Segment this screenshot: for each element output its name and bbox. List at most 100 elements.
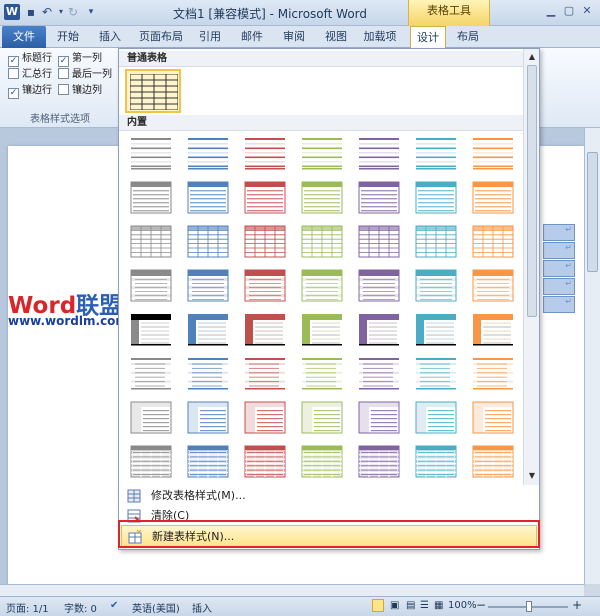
table-style-light-list-2[interactable] — [186, 181, 230, 215]
table-style-light-grid-4[interactable] — [300, 225, 344, 259]
table-style-light-shading-6[interactable] — [414, 137, 458, 171]
table-style-medium-shading1-7[interactable] — [471, 269, 515, 303]
table-style-light-list-5[interactable] — [357, 181, 401, 215]
table-style-medium-shading2-2[interactable] — [186, 313, 230, 347]
zoom-in-icon[interactable]: + — [572, 598, 582, 612]
minimize-icon[interactable]: ▁ — [544, 4, 558, 18]
table-style-medium-grid-2[interactable] — [186, 445, 230, 479]
outline-icon[interactable]: ☰ — [420, 600, 429, 611]
checkbox-last-column[interactable]: 最后一列 — [58, 68, 112, 82]
table-style-medium-list2-7[interactable] — [471, 401, 515, 435]
table-style-light-shading-4[interactable] — [300, 137, 344, 171]
checkbox-banded-rows[interactable]: ✓ 镶边行 — [8, 84, 52, 99]
table-style-medium-shading2-7[interactable] — [471, 313, 515, 347]
modify-table-style-item[interactable]: 修改表格样式(M)... — [121, 485, 537, 507]
table-style-medium-list2-6[interactable] — [414, 401, 458, 435]
table-style-light-grid-3[interactable] — [243, 225, 287, 259]
print-layout-icon[interactable] — [372, 599, 384, 612]
table-style-medium-list1-2[interactable] — [186, 357, 230, 391]
table-style-light-shading-5[interactable] — [357, 137, 401, 171]
document-table-cell[interactable]: ↵ — [543, 296, 575, 313]
table-style-medium-grid-7[interactable] — [471, 445, 515, 479]
tab-page-layout[interactable]: 页面布局 — [136, 26, 186, 48]
plain-table-style[interactable] — [125, 69, 181, 113]
tab-design[interactable]: 设计 — [410, 26, 446, 49]
table-style-medium-shading1-1[interactable] — [129, 269, 173, 303]
restore-icon[interactable]: ▢ — [562, 4, 576, 18]
table-style-medium-shading1-3[interactable] — [243, 269, 287, 303]
document-table-cell[interactable]: ↵ — [543, 278, 575, 295]
table-style-medium-shading2-1[interactable] — [129, 313, 173, 347]
tab-addins[interactable]: 加载项 — [360, 26, 400, 48]
zoom-level[interactable]: 100% — [448, 600, 477, 611]
document-table-cell[interactable]: ↵ — [543, 242, 575, 259]
table-style-medium-list2-2[interactable] — [186, 401, 230, 435]
document-table-cell[interactable]: ↵ — [543, 224, 575, 241]
checkbox-banded-columns[interactable]: 镶边列 — [58, 84, 102, 98]
table-style-medium-grid-5[interactable] — [357, 445, 401, 479]
scroll-up-icon[interactable]: ▲ — [527, 52, 537, 62]
table-style-medium-shading1-6[interactable] — [414, 269, 458, 303]
gallery-scroll-thumb[interactable] — [527, 65, 537, 317]
horizontal-scrollbar[interactable] — [0, 584, 584, 596]
save-icon[interactable]: ▪ — [24, 4, 38, 20]
checkbox-total-row[interactable]: 汇总行 — [8, 68, 52, 82]
table-style-light-list-1[interactable] — [129, 181, 173, 215]
status-page[interactable]: 页面: 1/1 — [6, 600, 49, 615]
tab-insert[interactable]: 插入 — [92, 26, 128, 48]
draft-icon[interactable]: ▦ — [434, 600, 443, 611]
checkbox-first-column[interactable]: ✓ 第一列 — [58, 52, 102, 67]
close-icon[interactable]: ✕ — [580, 4, 594, 18]
tab-file[interactable]: 文件 — [2, 26, 46, 48]
table-style-medium-list1-4[interactable] — [300, 357, 344, 391]
tab-view[interactable]: 视图 — [320, 26, 352, 48]
full-screen-icon[interactable]: ▣ — [390, 600, 399, 611]
document-table-cell[interactable]: ↵ — [543, 260, 575, 277]
table-style-medium-list2-3[interactable] — [243, 401, 287, 435]
spell-check-icon[interactable]: ✔ — [110, 600, 118, 611]
status-language[interactable]: 英语(美国) — [132, 600, 180, 615]
table-style-light-list-4[interactable] — [300, 181, 344, 215]
table-style-medium-list2-4[interactable] — [300, 401, 344, 435]
word-logo-icon[interactable]: W — [4, 4, 20, 20]
table-style-medium-shading2-5[interactable] — [357, 313, 401, 347]
table-style-medium-shading1-4[interactable] — [300, 269, 344, 303]
table-style-light-list-7[interactable] — [471, 181, 515, 215]
table-style-medium-list1-1[interactable] — [129, 357, 173, 391]
table-style-light-grid-2[interactable] — [186, 225, 230, 259]
tab-layout[interactable]: 布局 — [452, 26, 484, 48]
customize-qat-icon[interactable]: ▾ — [84, 4, 98, 20]
undo-icon[interactable]: ↶ — [40, 4, 54, 20]
table-style-light-grid-1[interactable] — [129, 225, 173, 259]
table-style-light-list-6[interactable] — [414, 181, 458, 215]
table-style-light-grid-7[interactable] — [471, 225, 515, 259]
table-style-light-shading-3[interactable] — [243, 137, 287, 171]
redo-icon[interactable]: ↻ — [66, 4, 80, 20]
table-style-medium-shading1-2[interactable] — [186, 269, 230, 303]
tab-review[interactable]: 审阅 — [278, 26, 310, 48]
table-style-medium-list2-1[interactable] — [129, 401, 173, 435]
table-style-medium-list1-3[interactable] — [243, 357, 287, 391]
scroll-down-icon[interactable]: ▼ — [527, 471, 537, 481]
gallery-scrollbar[interactable]: ▲ ▼ — [523, 49, 539, 485]
zoom-slider-thumb[interactable] — [526, 601, 532, 612]
tab-home[interactable]: 开始 — [50, 26, 86, 48]
table-style-light-shading-1[interactable] — [129, 137, 173, 171]
zoom-out-icon[interactable]: − — [476, 598, 486, 612]
vertical-scrollbar[interactable] — [584, 128, 600, 584]
table-style-medium-list2-5[interactable] — [357, 401, 401, 435]
table-style-medium-list1-5[interactable] — [357, 357, 401, 391]
status-word-count[interactable]: 字数: 0 — [64, 600, 97, 615]
table-style-medium-grid-1[interactable] — [129, 445, 173, 479]
table-style-medium-shading2-6[interactable] — [414, 313, 458, 347]
tab-references[interactable]: 引用 — [194, 26, 226, 48]
table-style-light-grid-5[interactable] — [357, 225, 401, 259]
table-style-medium-list1-6[interactable] — [414, 357, 458, 391]
web-layout-icon[interactable]: ▤ — [406, 600, 415, 611]
vertical-scroll-thumb[interactable] — [587, 152, 598, 272]
table-style-medium-grid-6[interactable] — [414, 445, 458, 479]
table-style-medium-grid-4[interactable] — [300, 445, 344, 479]
table-style-medium-shading2-4[interactable] — [300, 313, 344, 347]
checkbox-header-row[interactable]: ✓ 标题行 — [8, 52, 52, 67]
tab-mailings[interactable]: 邮件 — [236, 26, 268, 48]
